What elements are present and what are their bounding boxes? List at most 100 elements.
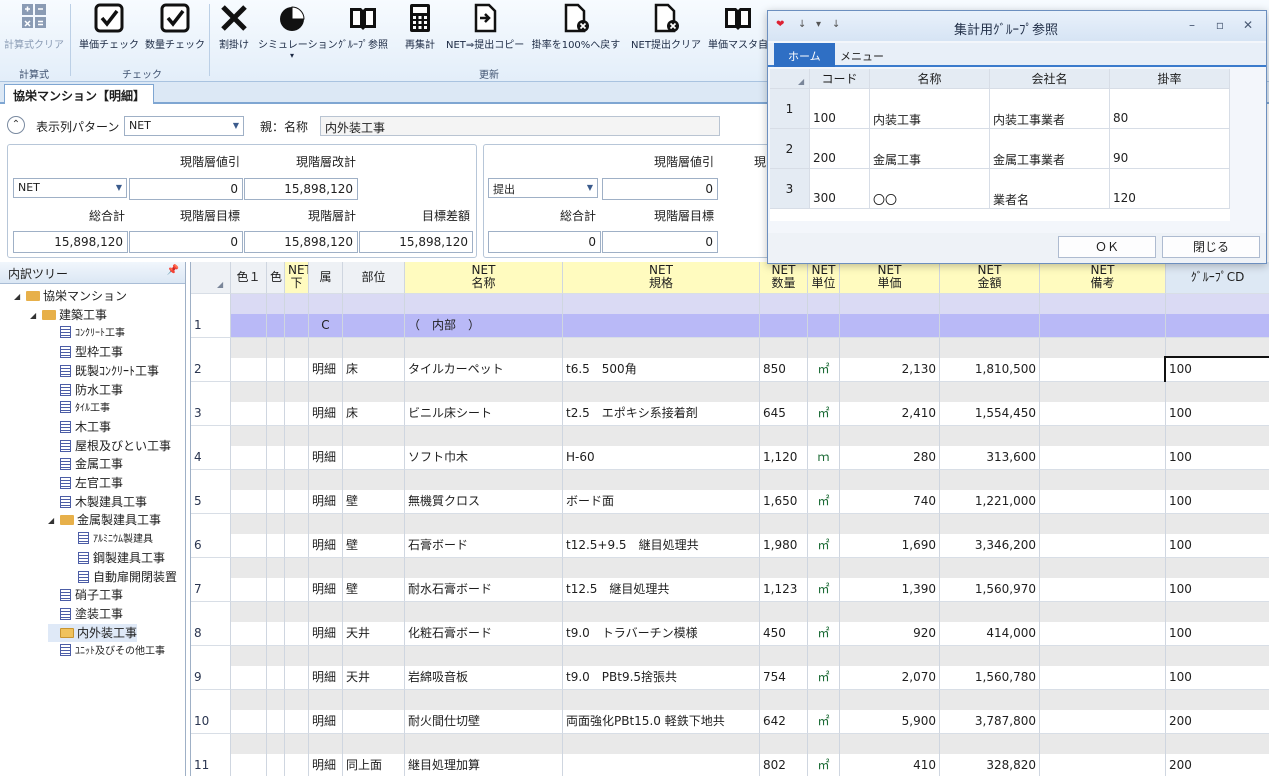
section-cell[interactable] (1040, 314, 1166, 338)
attr-cell[interactable]: 明細 (309, 666, 343, 690)
part-cell[interactable]: 床 (343, 358, 405, 382)
tree-node[interactable]: 木工事 (48, 418, 111, 436)
color-cell[interactable] (267, 754, 285, 776)
col-header-name[interactable]: NET 名称 (405, 262, 563, 294)
row-number[interactable]: 8 (191, 622, 231, 646)
ok-button[interactable]: ＯＫ (1058, 236, 1156, 258)
note-cell[interactable] (1040, 358, 1166, 382)
tree-node[interactable]: ｺﾝｸﾘｰﾄ工事 (48, 324, 125, 342)
color-cell[interactable] (267, 578, 285, 602)
attr-cell[interactable]: 明細 (309, 358, 343, 382)
section-cell[interactable] (840, 314, 940, 338)
price-cell[interactable]: 2,070 (840, 666, 940, 690)
col-header-rate[interactable]: 掛率 (1110, 69, 1230, 89)
groupcd-cell[interactable]: 100 (1166, 402, 1269, 426)
tree-node[interactable]: 自動扉開閉装置 (66, 568, 177, 586)
section-cell[interactable] (285, 314, 309, 338)
rate-cell[interactable]: 90 (1110, 129, 1230, 169)
totals-type-combo[interactable]: 提出 ▼ (488, 178, 598, 198)
dialog-grid-corner[interactable]: ◢ (770, 69, 810, 89)
col-header-qty[interactable]: NET 数量 (760, 262, 808, 294)
name-cell[interactable]: ビニル床シート (405, 402, 563, 426)
part-cell[interactable]: 天井 (343, 666, 405, 690)
row-number[interactable]: 5 (191, 490, 231, 514)
code-cell[interactable]: 100 (810, 89, 870, 129)
attr-cell[interactable]: C (309, 314, 343, 338)
name-cell[interactable]: 岩綿吸音板 (405, 666, 563, 690)
col-header-part[interactable]: 部位 (343, 262, 405, 294)
tree-node[interactable]: 金属工事 (48, 455, 123, 473)
groupcd-cell[interactable]: 200 (1166, 710, 1269, 734)
unit-cell[interactable]: ㎡ (808, 490, 840, 514)
document-tab[interactable]: 協栄マンション【明細】 (4, 84, 155, 104)
color-cell[interactable] (267, 402, 285, 426)
color-cell[interactable] (267, 666, 285, 690)
current-revised-field[interactable]: 15,898,120 (244, 178, 358, 200)
amount-cell[interactable]: 1,560,970 (940, 578, 1040, 602)
close-icon[interactable]: ✕ (1240, 18, 1256, 32)
close-button[interactable]: 閉じる (1162, 236, 1260, 258)
col-header-unit[interactable]: NET 単位 (808, 262, 840, 294)
color1-cell[interactable] (231, 534, 267, 558)
tab-menu[interactable]: メニュー (826, 43, 898, 67)
attr-cell[interactable]: 明細 (309, 490, 343, 514)
spec-cell[interactable]: t9.0 PBt9.5捨張共 (563, 666, 760, 690)
unit-cell[interactable]: ｍ (808, 446, 840, 470)
grid-corner[interactable]: ◢ (191, 262, 231, 294)
amount-cell[interactable]: 1,554,450 (940, 402, 1040, 426)
col-header-price[interactable]: NET 単価 (840, 262, 940, 294)
tree-node[interactable]: ◢ 協栄マンション (14, 287, 127, 305)
name-cell[interactable]: 金属工事 (870, 129, 990, 169)
net-to-submit-copy-button[interactable]: NET⇒提出コピー (446, 2, 524, 54)
lower-cell[interactable] (285, 446, 309, 470)
company-cell[interactable]: 業者名 (990, 169, 1110, 209)
lower-cell[interactable] (285, 578, 309, 602)
qat-icon[interactable]: ↓ (832, 19, 840, 30)
lower-cell[interactable] (285, 358, 309, 382)
col-header-attr[interactable]: 属 (309, 262, 343, 294)
tree-node[interactable]: ﾀｲﾙ工事 (48, 399, 110, 417)
groupcd-cell[interactable]: 100 (1166, 666, 1269, 690)
group-reference-button[interactable]: ｸﾞﾙｰﾌﾟ参照 (330, 2, 396, 54)
attr-cell[interactable]: 明細 (309, 754, 343, 776)
row-number[interactable]: 2 (191, 358, 231, 382)
col-header-code[interactable]: コード (810, 69, 870, 89)
unit-cell[interactable]: ㎡ (808, 402, 840, 426)
note-cell[interactable] (1040, 710, 1166, 734)
row-number[interactable]: 3 (191, 402, 231, 426)
target-diff-field[interactable]: 15,898,120 (359, 231, 473, 253)
name-cell[interactable]: 化粧石膏ボード (405, 622, 563, 646)
net-submit-clear-button[interactable]: NET提出クリア (628, 2, 704, 54)
spec-cell[interactable]: t9.0 トラバーチン模様 (563, 622, 760, 646)
qty-cell[interactable]: 642 (760, 710, 808, 734)
color1-cell[interactable] (231, 578, 267, 602)
note-cell[interactable] (1040, 402, 1166, 426)
col-header-color[interactable]: 色 (267, 262, 285, 294)
name-cell[interactable]: 耐水石膏ボード (405, 578, 563, 602)
qty-cell[interactable]: 1,120 (760, 446, 808, 470)
part-cell[interactable]: 壁 (343, 490, 405, 514)
col-header-company[interactable]: 会社名 (990, 69, 1110, 89)
note-cell[interactable] (1040, 446, 1166, 470)
name-cell[interactable]: 〇〇 (870, 169, 990, 209)
grand-total-field[interactable]: 15,898,120 (13, 231, 128, 253)
attr-cell[interactable]: 明細 (309, 446, 343, 470)
section-cell[interactable] (563, 314, 760, 338)
qty-cell[interactable]: 450 (760, 622, 808, 646)
spec-cell[interactable]: t6.5 500角 (563, 358, 760, 382)
name-cell[interactable]: 耐火間仕切壁 (405, 710, 563, 734)
spec-cell[interactable]: t12.5 継目処理共 (563, 578, 760, 602)
section-cell[interactable] (940, 314, 1040, 338)
col-header-note[interactable]: NET 備考 (1040, 262, 1166, 294)
col-header-color1[interactable]: 色１ (231, 262, 267, 294)
unit-cell[interactable]: ㎡ (808, 622, 840, 646)
simulation-button[interactable]: シミュレーション ▾ (258, 2, 338, 60)
rate-cell[interactable]: 80 (1110, 89, 1230, 129)
part-cell[interactable]: 天井 (343, 622, 405, 646)
price-cell[interactable]: 280 (840, 446, 940, 470)
price-cell[interactable]: 2,410 (840, 402, 940, 426)
qty-cell[interactable]: 754 (760, 666, 808, 690)
price-cell[interactable]: 920 (840, 622, 940, 646)
unit-cell[interactable]: ㎡ (808, 666, 840, 690)
tree-node[interactable]: 既製ｺﾝｸﾘｰﾄ工事 (48, 362, 159, 380)
